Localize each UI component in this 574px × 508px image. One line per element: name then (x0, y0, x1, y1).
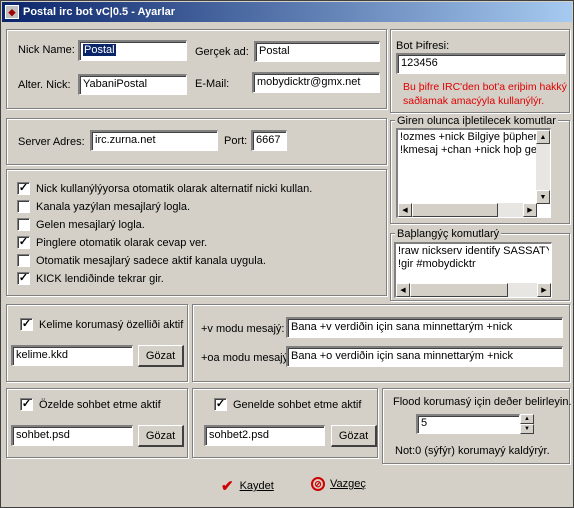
word-file-browse-button[interactable]: Gözat (138, 345, 184, 367)
spin-up-icon[interactable]: ▲ (520, 414, 534, 424)
cancel-label: Vazgeç (330, 478, 366, 490)
public-chat-file-input[interactable]: sohbet2.psd (204, 425, 325, 446)
startup-commands-memo[interactable]: !raw nickserv identify SASSATYU !gir #mo… (394, 242, 552, 298)
join-commands-memo[interactable]: !ozmes +nick Bilgiye þüphenin n !kmesaj … (396, 128, 551, 218)
password-input[interactable]: 123456 (396, 53, 566, 74)
word-file-input[interactable]: kelime.kkd (11, 345, 133, 366)
real-name-input[interactable]: Postal (254, 41, 380, 62)
startup-commands-group: Baþlangýç komutlarý !raw nickserv identi… (390, 228, 570, 301)
port-label: Port: (224, 135, 248, 147)
option-log-channel[interactable]: Kanala yazýlan mesajlarý logla. (17, 200, 190, 213)
word-protection-checkbox[interactable]: ✓ Kelime korumasý özelliði aktif (20, 318, 183, 331)
window-title: Postal irc bot vC|0.5 - Ayarlar (23, 6, 176, 18)
private-chat-group: ✓ Özelde sohbet etme aktif sohbet.psd Göz… (6, 388, 188, 458)
option-log-incoming[interactable]: Gelen mesajlarý logla. (17, 218, 145, 231)
cancel-icon: ⊘ (311, 477, 325, 491)
join-commands-group: Giren olunca iþletilecek komutlar !ozmes… (390, 115, 570, 224)
scroll-left-icon[interactable]: ◀ (398, 203, 412, 217)
checkmark-icon: ✔ (221, 478, 234, 495)
voice-mode-label: +v modu mesajý: (201, 323, 285, 335)
scroll-right-icon[interactable]: ▶ (537, 283, 551, 297)
checkbox-icon[interactable] (17, 218, 30, 231)
option-rejoin-on-kick[interactable]: ✓ KICK lendiðinde tekrar gir. (17, 272, 164, 285)
scroll-down-icon[interactable]: ▼ (536, 190, 550, 204)
checkbox-icon[interactable]: ✓ (17, 236, 30, 249)
server-address-input[interactable]: irc.zurna.net (90, 130, 218, 151)
save-button[interactable]: ✔ Kaydet (221, 477, 274, 495)
email-input[interactable]: mobydicktr@gmx.net (252, 72, 380, 93)
checkbox-icon[interactable] (17, 254, 30, 267)
private-chat-checkbox[interactable]: ✓ Özelde sohbet etme aktif (20, 398, 161, 411)
op-mode-label: +oa modu mesajý: (201, 352, 292, 364)
startup-hscroll[interactable]: ◀ ▶ (396, 283, 551, 297)
flood-label: Flood korumasý için deðer belirleyin. (393, 396, 572, 408)
scroll-left-icon[interactable]: ◀ (396, 283, 410, 297)
checkbox-icon[interactable]: ✓ (20, 318, 33, 331)
startup-command-line: !gir #mobydicktr (398, 258, 476, 270)
settings-window: ◆ Postal irc bot vC|0.5 - Ayarlar Nick N… (0, 0, 574, 508)
join-vscroll[interactable]: ▲ ▼ (536, 130, 550, 204)
join-commands-legend: Giren olunca iþletilecek komutlar (395, 115, 558, 127)
server-address-label: Server Adres: (18, 136, 85, 148)
public-chat-browse-button[interactable]: Gözat (331, 425, 377, 447)
nick-input[interactable]: Postal (78, 40, 187, 61)
join-hscroll[interactable]: ◀ ▶ (398, 203, 537, 217)
identity-group: Nick Name: Postal Gerçek ad: Postal Alte… (6, 29, 387, 109)
password-note-2: saðlamak amacýyla kullanýlýr. (403, 95, 545, 107)
option-ping-reply[interactable]: ✓ Pinglere otomatik olarak cevap ver. (17, 236, 207, 249)
mode-messages-group: +v modu mesajý: Bana +v verdiðin için sa… (192, 304, 570, 382)
bot-app-icon: ◆ (5, 5, 19, 19)
public-chat-group: ✓ Genelde sohbet etme aktif sohbet2.psd G… (192, 388, 378, 458)
password-group: Bot Þifresi: 123456 Bu þifre IRC'den bot… (390, 29, 570, 113)
op-mode-input[interactable]: Bana +o verdiðin için sana minnettarým +… (286, 346, 563, 367)
startup-command-line: !raw nickserv identify SASSATYU (398, 245, 549, 257)
checkbox-icon[interactable]: ✓ (17, 182, 30, 195)
join-command-line: !kmesaj +chan +nick hoþ geldin (400, 144, 536, 156)
scroll-up-icon[interactable]: ▲ (536, 130, 550, 144)
flood-group: Flood korumasý için deðer belirleyin. 5 … (382, 388, 572, 464)
option-active-channel-only[interactable]: Otomatik mesajlarý sadece aktif kanala u… (17, 254, 266, 267)
server-group: Server Adres: irc.zurna.net Port: 6667 (6, 118, 387, 165)
options-group: ✓ Nick kullanýlýyorsa otomatik olarak alt… (6, 169, 387, 296)
flood-value-input[interactable]: 5 (416, 414, 520, 434)
checkbox-icon[interactable] (17, 200, 30, 213)
voice-mode-input[interactable]: Bana +v verdiðin için sana minnettarým +… (286, 317, 563, 338)
email-label: E-Mail: (195, 78, 230, 90)
scroll-right-icon[interactable]: ▶ (523, 203, 537, 217)
password-legend: Bot Þifresi: (396, 40, 450, 52)
checkbox-icon[interactable]: ✓ (17, 272, 30, 285)
private-chat-browse-button[interactable]: Gözat (138, 425, 184, 447)
password-note-1: Bu þifre IRC'den bot'a eriþim hakký (403, 81, 567, 93)
word-protection-group: ✓ Kelime korumasý özelliði aktif kelime.k… (6, 304, 188, 382)
flood-note: Not:0 (sýfýr) korumayý kaldýrýr. (395, 445, 550, 457)
startup-hscroll-thumb[interactable] (410, 283, 508, 297)
spin-down-icon[interactable]: ▼ (520, 424, 534, 434)
startup-commands-legend: Baþlangýç komutlarý (395, 228, 502, 240)
alt-nick-label: Alter. Nick: (18, 79, 71, 91)
title-bar[interactable]: ◆ Postal irc bot vC|0.5 - Ayarlar (2, 2, 572, 22)
alt-nick-input[interactable]: YabaniPostal (78, 74, 187, 95)
join-hscroll-thumb[interactable] (412, 203, 498, 217)
private-chat-file-input[interactable]: sohbet.psd (11, 425, 133, 446)
save-label: Kaydet (239, 480, 274, 492)
real-name-label: Gerçek ad: (195, 46, 249, 58)
option-auto-alt-nick[interactable]: ✓ Nick kullanýlýyorsa otomatik olarak alt… (17, 182, 312, 195)
checkbox-icon[interactable]: ✓ (20, 398, 33, 411)
port-input[interactable]: 6667 (251, 130, 287, 151)
cancel-button[interactable]: ⊘ Vazgeç (311, 477, 366, 491)
public-chat-checkbox[interactable]: ✓ Genelde sohbet etme aktif (214, 398, 361, 411)
join-command-line: !ozmes +nick Bilgiye þüphenin n (400, 131, 536, 143)
flood-spinner[interactable]: ▲ ▼ (520, 414, 534, 434)
checkbox-icon[interactable]: ✓ (214, 398, 227, 411)
nick-label: Nick Name: (18, 44, 75, 56)
